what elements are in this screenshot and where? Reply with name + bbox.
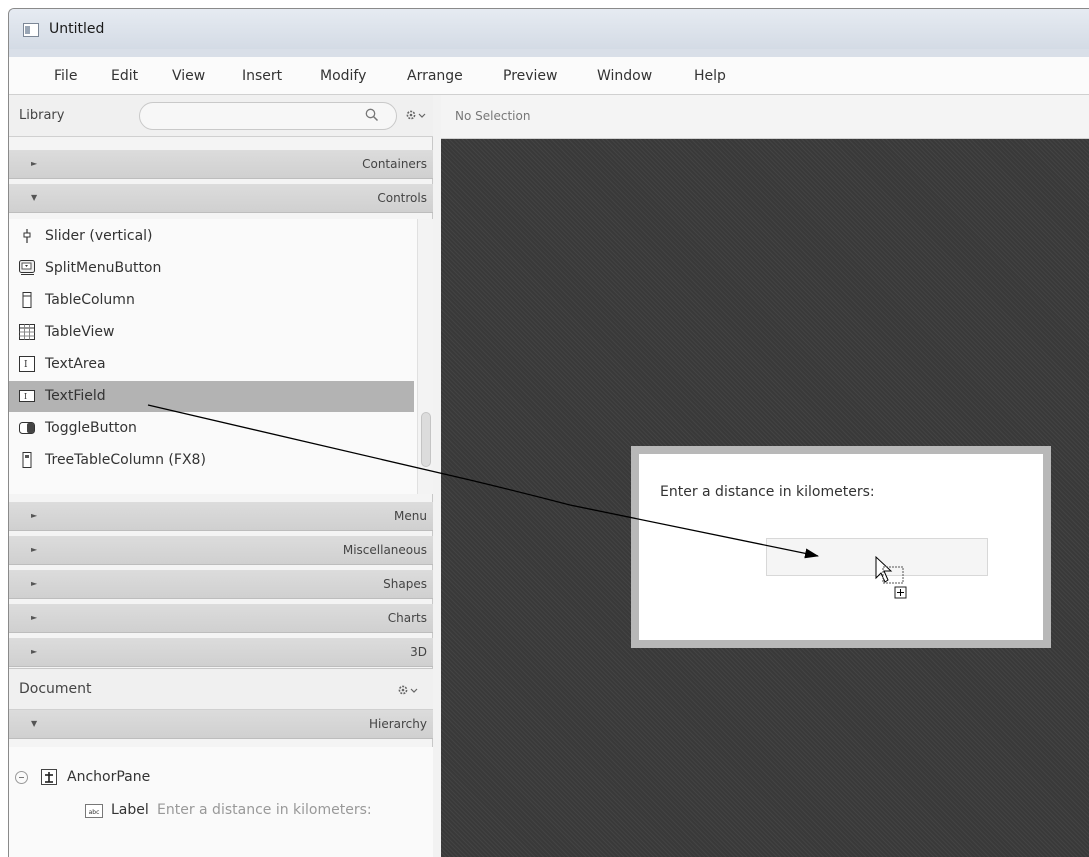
control-item-textarea[interactable]: I TextArea: [9, 349, 414, 380]
control-item-label: TableView: [45, 324, 115, 340]
scroll-thumb[interactable]: [421, 412, 431, 467]
control-item-togglebutton[interactable]: ToggleButton: [9, 413, 414, 444]
anchor-pane[interactable]: Enter a distance in kilometers:: [631, 446, 1051, 648]
menu-preview[interactable]: Preview: [503, 68, 558, 84]
selection-status: No Selection: [455, 109, 531, 123]
control-item-tablecolumn[interactable]: TableColumn: [9, 285, 414, 316]
gear-icon[interactable]: [397, 683, 419, 697]
app-window: Untitled File Edit View Insert Modify Arrange…: [8, 8, 1089, 857]
toggle-button-icon: [19, 420, 35, 436]
control-item-label: TreeTableColumn (FX8): [45, 452, 206, 468]
slider-vertical-icon: [19, 228, 35, 244]
gear-icon[interactable]: [405, 108, 427, 122]
tree-text: Enter a distance in kilometers:: [157, 802, 372, 818]
section-menu[interactable]: ► Menu: [9, 502, 433, 531]
library-header: Library: [9, 95, 433, 137]
canvas-area: No Selection Enter a distance in kilomet…: [441, 95, 1089, 857]
selection-bar: No Selection: [441, 95, 1089, 139]
section-label: Charts: [387, 611, 427, 625]
collapsed-arrow-icon: ►: [31, 545, 38, 554]
collapse-icon[interactable]: [15, 771, 28, 784]
control-item-tableview[interactable]: TableView: [9, 317, 414, 348]
document-header: Document: [9, 668, 433, 710]
library-search-input[interactable]: [139, 102, 397, 130]
document-title: Document: [19, 681, 92, 697]
collapsed-arrow-icon: ►: [31, 159, 38, 168]
menu-arrange[interactable]: Arrange: [407, 68, 463, 84]
control-item-label: ToggleButton: [45, 420, 137, 436]
drop-target-field[interactable]: [766, 538, 988, 576]
split-menu-button-icon: [19, 260, 35, 276]
menu-view[interactable]: View: [172, 68, 205, 84]
menu-window[interactable]: Window: [597, 68, 652, 84]
section-shapes[interactable]: ► Shapes: [9, 570, 433, 599]
control-item-label: TextArea: [45, 356, 106, 372]
collapsed-arrow-icon: ►: [31, 511, 38, 520]
text-area-icon: I: [19, 356, 35, 372]
section-label: Hierarchy: [368, 717, 427, 731]
control-item-splitmenubutton[interactable]: SplitMenuButton: [9, 253, 414, 284]
control-item-label: SplitMenuButton: [45, 260, 162, 276]
section-label: Menu: [394, 509, 427, 523]
search-icon[interactable]: [365, 108, 379, 122]
menu-help[interactable]: Help: [694, 68, 726, 84]
hierarchy-tree: AnchorPane abc Label Enter a distance in…: [9, 747, 433, 857]
label-abc-icon: abc: [85, 804, 103, 818]
section-miscellaneous[interactable]: ► Miscellaneous: [9, 536, 433, 565]
app-body: Library ► Containers ▼ Controls Slider (ver…: [9, 95, 1089, 857]
section-hierarchy[interactable]: ▼ Hierarchy: [9, 710, 433, 739]
expanded-arrow-icon: ▼: [31, 193, 38, 202]
pane-label[interactable]: Enter a distance in kilometers:: [660, 484, 875, 500]
control-item-label: TableColumn: [45, 292, 135, 308]
control-item-treetablecolumn[interactable]: TreeTableColumn (FX8): [9, 445, 414, 476]
app-icon: [23, 23, 39, 37]
controls-scrollbar[interactable]: [417, 219, 433, 494]
table-view-icon: [19, 324, 35, 340]
window-title: Untitled: [49, 21, 105, 37]
design-canvas[interactable]: Enter a distance in kilometers:: [441, 139, 1089, 857]
tree-row-anchorpane[interactable]: AnchorPane: [15, 767, 415, 791]
svg-text:I: I: [24, 360, 28, 370]
section-containers[interactable]: ► Containers: [9, 150, 433, 179]
section-label: Miscellaneous: [342, 543, 427, 557]
menu-modify[interactable]: Modify: [320, 68, 366, 84]
control-item-textfield[interactable]: I TextField: [9, 381, 414, 412]
collapsed-arrow-icon: ►: [31, 647, 38, 656]
collapsed-arrow-icon: ►: [31, 579, 38, 588]
section-3d[interactable]: ► 3D: [9, 638, 433, 667]
section-label: 3D: [410, 645, 427, 659]
expand-arrow-icon: ▼: [31, 719, 38, 728]
menu-file[interactable]: File: [54, 68, 77, 84]
collapsed-arrow-icon: ►: [31, 613, 38, 622]
menu-insert[interactable]: Insert: [242, 68, 282, 84]
menu-edit[interactable]: Edit: [111, 68, 138, 84]
anchor-icon: [41, 769, 57, 785]
section-label: Containers: [362, 157, 427, 171]
text-field-icon: I: [19, 388, 35, 404]
section-controls[interactable]: ▼ Controls: [9, 184, 433, 213]
svg-text:I: I: [24, 392, 27, 401]
control-item-label: Slider (vertical): [45, 228, 153, 244]
left-panel: Library ► Containers ▼ Controls Slider (ver…: [9, 95, 433, 857]
tree-type: Label: [111, 802, 149, 818]
table-column-icon: [19, 292, 35, 308]
menu-bar: File Edit View Insert Modify Arrange Preview Wi…: [9, 57, 1089, 95]
tree-label: AnchorPane: [67, 769, 151, 785]
section-label: Shapes: [383, 577, 427, 591]
control-item-label: TextField: [45, 388, 106, 404]
tree-row-label[interactable]: abc Label Enter a distance in kilometers…: [85, 801, 425, 825]
control-item-slider[interactable]: Slider (vertical): [9, 221, 414, 252]
controls-list: Slider (vertical) SplitMenuButton TableCol…: [9, 219, 433, 494]
library-title: Library: [19, 108, 65, 123]
section-charts[interactable]: ► Charts: [9, 604, 433, 633]
title-bar[interactable]: Untitled: [9, 9, 1089, 49]
svg-text:abc: abc: [89, 809, 100, 816]
tree-table-column-icon: [19, 452, 35, 468]
section-label: Controls: [377, 191, 427, 205]
